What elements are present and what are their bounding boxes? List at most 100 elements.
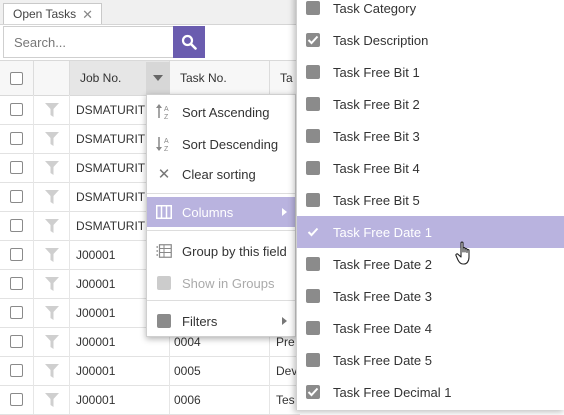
job-no-cell: J00001 [70, 356, 170, 385]
row-select-cell [0, 298, 34, 327]
menu-item-filters[interactable]: Filters [147, 306, 295, 336]
row-filter-cell [34, 182, 70, 211]
menu-item-label: Show in Groups [182, 275, 275, 291]
column-checkbox[interactable] [306, 1, 320, 15]
column-toggle-item[interactable]: Task Free Bit 2 [297, 88, 564, 120]
column-toggle-label: Task Category [333, 0, 417, 16]
column-toggle-item[interactable]: Task Free Bit 3 [297, 120, 564, 152]
row-checkbox[interactable] [10, 277, 23, 290]
column-toggle-label: Task Description [333, 32, 429, 48]
sort-descending-icon: AZ [155, 135, 173, 153]
row-checkbox[interactable] [10, 132, 23, 145]
column-toggle-item[interactable]: Task Free Bit 5 [297, 184, 564, 216]
column-header-label: Task No. [180, 71, 227, 85]
column-checkbox[interactable] [306, 321, 320, 335]
row-checkbox[interactable] [10, 248, 23, 261]
menu-item-label: Group by this field [182, 243, 287, 259]
row-checkbox[interactable] [10, 393, 23, 406]
column-header-label: Job No. [80, 71, 122, 85]
menu-item-sort-ascending[interactable]: AZ Sort Ascending [147, 97, 295, 127]
row-checkbox[interactable] [10, 335, 23, 348]
menu-item-clear-sorting[interactable]: ✕ Clear sorting [147, 159, 295, 189]
row-filter-cell [34, 269, 70, 298]
column-toggle-item[interactable]: Task Free Date 1 [297, 216, 564, 248]
submenu-arrow-icon [282, 208, 287, 216]
column-checkbox[interactable] [306, 129, 320, 143]
column-checkbox[interactable] [306, 257, 320, 271]
menu-item-columns[interactable]: Columns [147, 197, 295, 227]
column-toggle-item[interactable]: Task Free Date 3 [297, 280, 564, 312]
column-checkbox[interactable] [306, 353, 320, 367]
column-toggle-label: Task Free Bit 3 [333, 128, 420, 144]
group-by-icon [155, 242, 173, 260]
search-input[interactable] [3, 26, 173, 58]
column-toggle-label: Task Free Bit 4 [333, 160, 420, 176]
column-toggle-label: Task Free Date 4 [333, 320, 432, 336]
row-select-cell [0, 269, 34, 298]
svg-text:Z: Z [164, 146, 169, 153]
menu-item-sort-descending[interactable]: AZ Sort Descending [147, 129, 295, 159]
column-checkbox[interactable] [306, 33, 320, 47]
table-row[interactable]: J00001 0006 Tes [0, 385, 300, 415]
funnel-icon [44, 247, 59, 262]
submenu-arrow-icon [282, 317, 287, 325]
columns-icon [155, 203, 173, 221]
row-checkbox[interactable] [10, 306, 23, 319]
search-button[interactable] [173, 26, 205, 58]
column-toggle-item[interactable]: Task Free Date 5 [297, 344, 564, 376]
row-filter-cell [34, 211, 70, 240]
row-filter-cell [34, 327, 70, 356]
column-checkbox[interactable] [306, 65, 320, 79]
column-menu-button[interactable] [146, 62, 170, 94]
row-filter-cell [34, 153, 70, 182]
funnel-icon [44, 363, 59, 378]
row-checkbox[interactable] [10, 161, 23, 174]
row-filter-cell [34, 298, 70, 327]
column-toggle-item[interactable]: Task Category [297, 0, 564, 24]
svg-text:A: A [164, 106, 169, 113]
columns-submenu: Task Category Task Description Task Free B… [296, 0, 564, 410]
row-checkbox[interactable] [10, 364, 23, 377]
row-checkbox[interactable] [10, 103, 23, 116]
column-toggle-label: Task Free Date 3 [333, 288, 432, 304]
column-checkbox[interactable] [306, 161, 320, 175]
column-checkbox[interactable] [306, 289, 320, 303]
row-select-cell [0, 153, 34, 182]
checkmark-icon [307, 227, 319, 237]
funnel-icon [44, 305, 59, 320]
menu-item-show-in-groups: Show in Groups [147, 268, 295, 298]
funnel-icon [44, 218, 59, 233]
column-checkbox[interactable] [306, 385, 320, 399]
row-select-cell [0, 327, 34, 356]
menu-separator [147, 193, 295, 194]
funnel-icon [44, 160, 59, 175]
column-toggle-item[interactable]: Task Free Date 2 [297, 248, 564, 280]
row-checkbox[interactable] [10, 190, 23, 203]
column-toggle-item[interactable]: Task Free Date 4 [297, 312, 564, 344]
menu-separator [147, 230, 295, 231]
row-filter-cell [34, 95, 70, 124]
close-icon[interactable]: ✕ [82, 8, 93, 21]
filter-box-icon [155, 312, 173, 330]
column-toggle-item[interactable]: Task Description [297, 24, 564, 56]
column-toggle-label: Task Free Date 1 [333, 224, 432, 240]
column-toggle-item[interactable]: Task Free Bit 1 [297, 56, 564, 88]
close-icon: ✕ [157, 166, 171, 183]
menu-item-group-by-field[interactable]: Group by this field [147, 236, 295, 266]
column-header-task-no[interactable]: Task No. [170, 61, 270, 95]
funnel-icon [44, 334, 59, 349]
tab-open-tasks[interactable]: Open Tasks ✕ [3, 3, 103, 24]
column-toggle-label: Task Free Bit 2 [333, 96, 420, 112]
row-checkbox[interactable] [10, 219, 23, 232]
select-all-checkbox[interactable] [10, 71, 23, 85]
menu-item-label: Sort Ascending [182, 104, 270, 120]
table-row[interactable]: J00001 0005 Dev [0, 356, 300, 386]
column-toggle-label: Task Free Date 2 [333, 256, 432, 272]
column-toggle-item[interactable]: Task Free Bit 4 [297, 152, 564, 184]
column-toggle-label: Task Free Date 5 [333, 352, 432, 368]
column-toggle-item[interactable]: Task Free Decimal 1 [297, 376, 564, 408]
column-checkbox[interactable] [306, 225, 320, 239]
menu-separator [147, 300, 295, 301]
column-checkbox[interactable] [306, 97, 320, 111]
column-checkbox[interactable] [306, 193, 320, 207]
